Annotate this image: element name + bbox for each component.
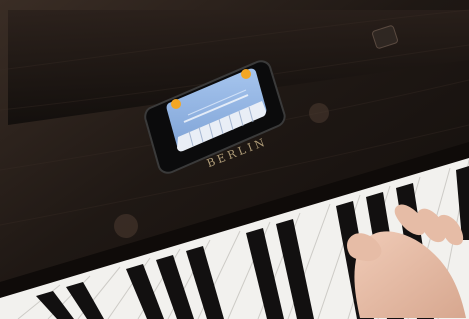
ornament-circle [114,214,138,238]
ornament-circle [309,103,329,123]
